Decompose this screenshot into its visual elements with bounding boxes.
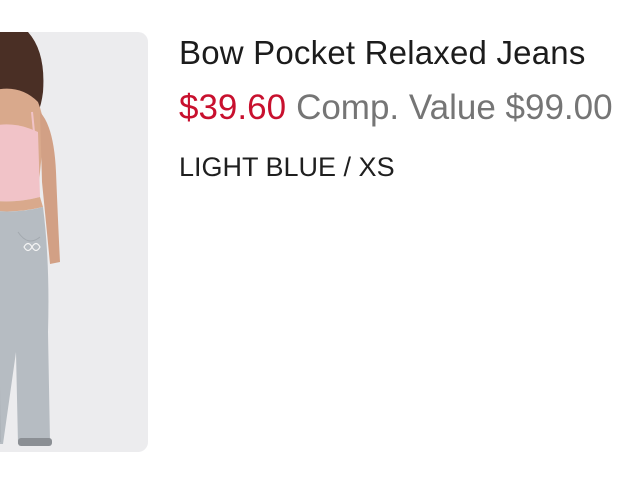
variant-label: LIGHT BLUE / XS	[179, 152, 395, 182]
product-image[interactable]	[0, 32, 148, 452]
comp-value: Comp. Value $99.00	[296, 88, 613, 127]
product-title[interactable]: Bow Pocket Relaxed Jeans	[179, 34, 586, 72]
price-row: $39.60 Comp. Value $99.00	[179, 88, 613, 128]
product-card: Bow Pocket Relaxed Jeans $39.60 Comp. Val…	[0, 0, 640, 479]
sale-price: $39.60	[179, 88, 287, 127]
